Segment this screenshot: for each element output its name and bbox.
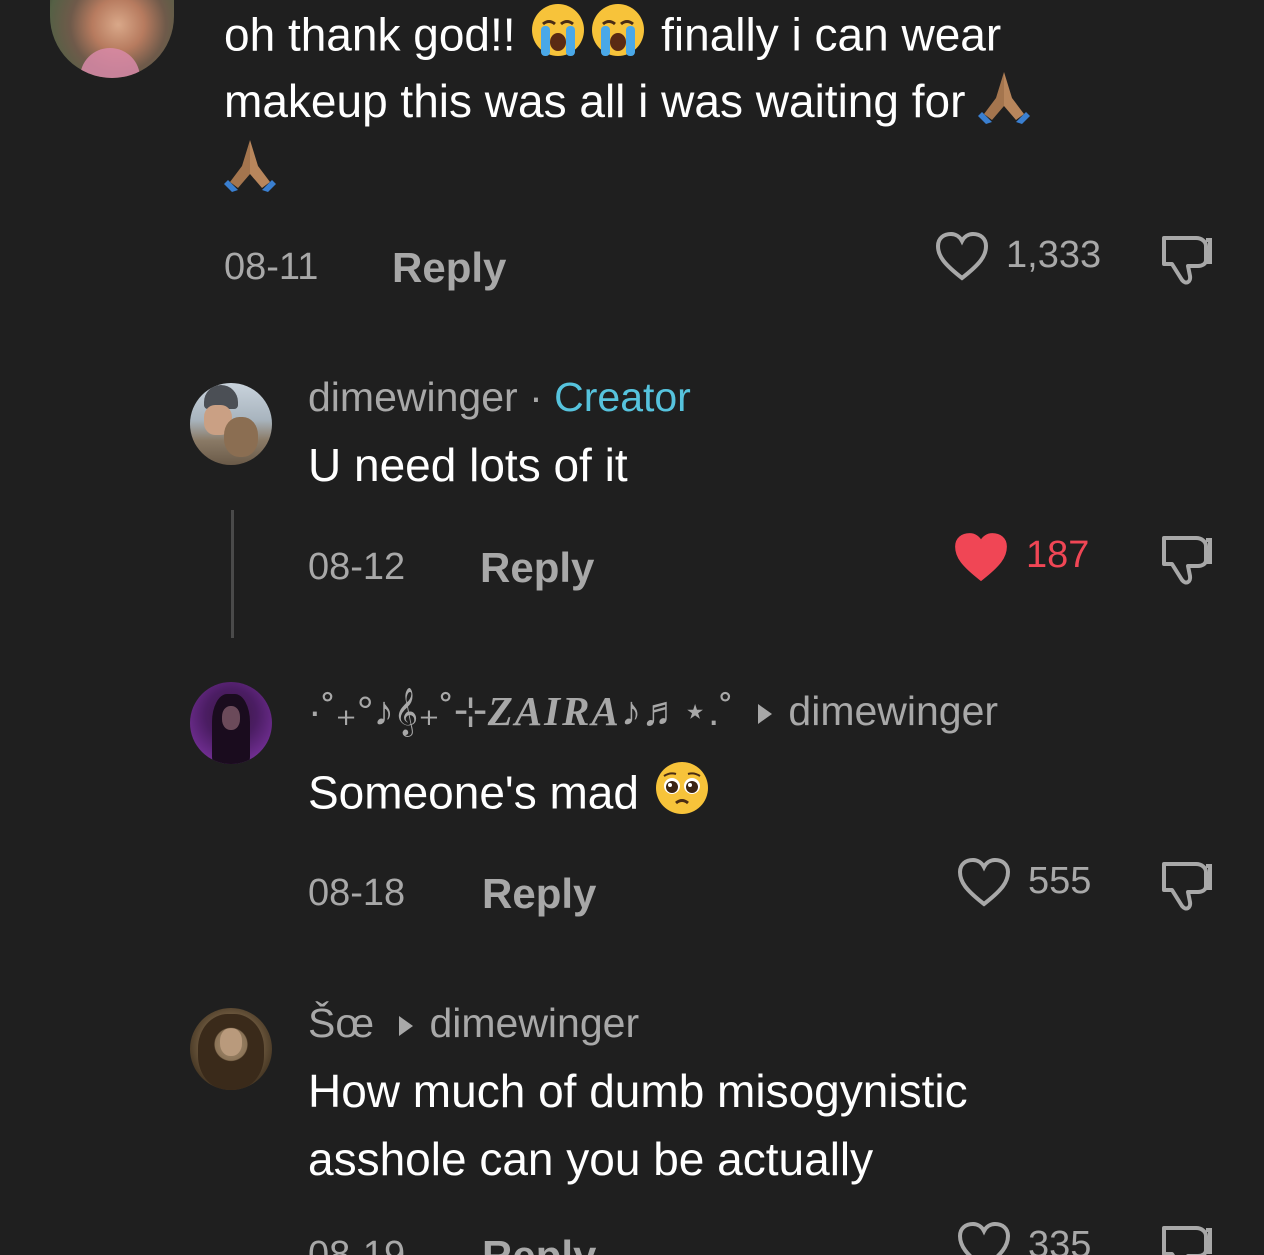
heart-icon[interactable]	[952, 530, 1010, 584]
comment-author[interactable]: Šœ dimewinger	[308, 998, 639, 1048]
comment-text-line	[224, 136, 276, 209]
comment-author[interactable]: ·˚₊°♪𝄞₊˚⊹ZAIRA♪♬⋆.˚ dimewinger	[308, 686, 998, 736]
loudly-crying-face-icon	[528, 0, 588, 77]
avatar[interactable]	[190, 383, 272, 465]
folded-hands-icon	[224, 136, 276, 209]
reply-button[interactable]: Reply	[482, 870, 596, 918]
reply-button[interactable]: Reply	[480, 544, 594, 592]
comment-text: Someone's mad	[308, 758, 712, 835]
comment-date: 08-18	[308, 872, 406, 914]
like-count: 555	[1028, 860, 1092, 902]
reply-to-user[interactable]: dimewinger	[429, 1000, 639, 1046]
comment-text: U need lots of it	[308, 439, 628, 491]
reply-arrow-icon	[758, 704, 773, 725]
heart-icon[interactable]	[956, 1220, 1012, 1255]
loudly-crying-face-icon	[588, 0, 648, 77]
like-count: 1,333	[1006, 234, 1102, 276]
avatar[interactable]	[190, 1008, 272, 1090]
comment-text-line: makeup this was all i was waiting for	[224, 68, 1031, 141]
dislike-icon[interactable]	[1158, 858, 1216, 914]
avatar[interactable]	[50, 0, 174, 78]
pleading-face-icon	[652, 758, 712, 835]
heart-icon[interactable]	[934, 230, 990, 282]
avatar[interactable]	[190, 682, 272, 764]
comment-date: 08-12	[308, 546, 406, 588]
dislike-icon[interactable]	[1158, 232, 1216, 288]
separator: ·	[529, 374, 543, 420]
comment-text-line: How much of dumb misogynistic	[308, 1065, 968, 1117]
like-count: 335	[1028, 1224, 1092, 1255]
reply-to-user[interactable]: dimewinger	[788, 688, 998, 734]
reply-arrow-icon	[399, 1016, 414, 1037]
dislike-icon[interactable]	[1158, 532, 1216, 588]
reply-button[interactable]: Reply	[392, 244, 506, 292]
creator-badge: Creator	[554, 374, 691, 420]
reply-button[interactable]: Reply	[482, 1232, 596, 1255]
comment-date: 08-11	[224, 246, 319, 288]
dislike-icon[interactable]	[1158, 1222, 1216, 1255]
comment-text-line: oh thank god!! finally i can wear	[224, 0, 1001, 77]
comment-date: 08-19	[308, 1234, 406, 1255]
thread-line	[231, 510, 234, 638]
like-count: 187	[1026, 534, 1090, 576]
folded-hands-icon	[978, 68, 1031, 141]
comment-author[interactable]: dimewinger · Creator	[308, 372, 691, 422]
heart-icon[interactable]	[956, 856, 1012, 908]
comment-text-line: asshole can you be actually	[308, 1133, 874, 1185]
